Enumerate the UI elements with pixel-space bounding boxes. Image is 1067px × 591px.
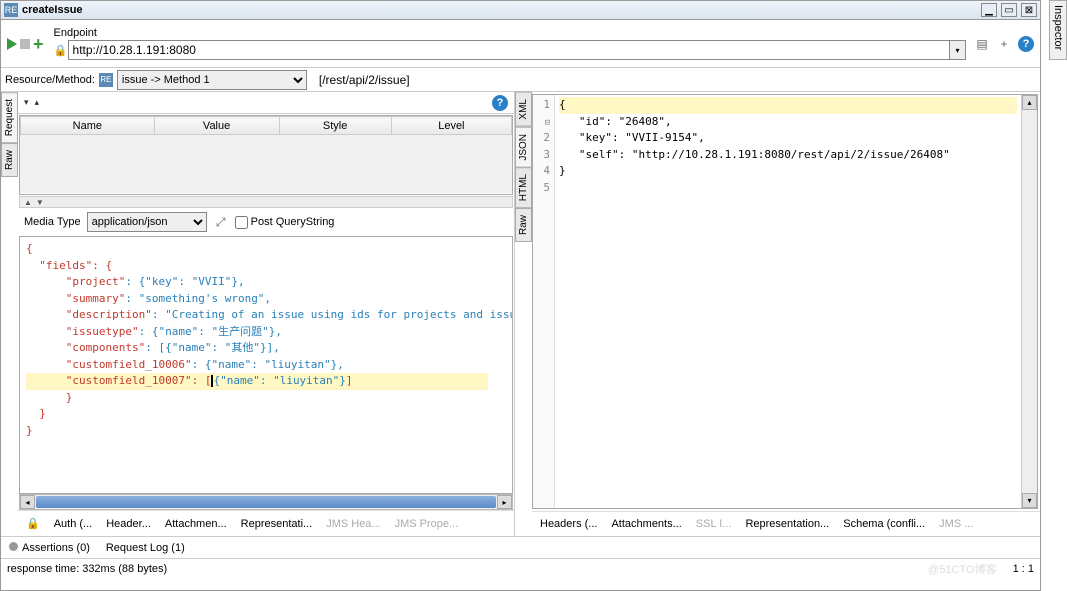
mediatype-select[interactable]: application/json xyxy=(87,212,207,232)
tab-auth[interactable]: Auth (... xyxy=(54,518,93,530)
resource-path: [/rest/api/2/issue] xyxy=(319,73,410,87)
add-button[interactable]: + xyxy=(33,35,44,53)
titlebar: RE createIssue ▁ ▭ ⊠ xyxy=(1,1,1040,20)
tab-inspector[interactable]: Inspector xyxy=(1049,0,1067,60)
tab-jms-props[interactable]: JMS Prope... xyxy=(395,518,459,530)
footer-tabs: Assertions (0) Request Log (1) xyxy=(1,536,1040,558)
auth-lock-icon: 🔒 xyxy=(26,517,40,530)
tab-representations-left[interactable]: Representati... xyxy=(241,518,313,530)
table-header-row: Name Value Style Level xyxy=(21,117,512,135)
assertions-dot-icon xyxy=(9,542,18,551)
resource-select[interactable]: issue -> Method 1 xyxy=(117,70,307,90)
col-value[interactable]: Value xyxy=(154,117,279,135)
tab-headers-left[interactable]: Header... xyxy=(106,518,151,530)
tab-html[interactable]: HTML xyxy=(515,167,532,208)
tab-representation-right[interactable]: Representation... xyxy=(745,518,829,530)
status-bar: response time: 332ms (88 bytes) @51CTO博客… xyxy=(1,558,1040,578)
tab-attachments-left[interactable]: Attachmen... xyxy=(165,518,227,530)
minimize-button[interactable]: ▁ xyxy=(981,3,997,17)
window-title: createIssue xyxy=(22,4,981,16)
watermark: @51CTO博客 xyxy=(928,561,996,577)
scroll-right-icon[interactable]: ▸ xyxy=(497,495,512,509)
resource-toolbar: Resource/Method: RE issue -> Method 1 [/… xyxy=(1,68,1040,92)
tab-attachments-right[interactable]: Attachments... xyxy=(611,518,681,530)
scroll-left-icon[interactable]: ◂ xyxy=(20,495,35,509)
post-querystring-label: Post QueryString xyxy=(251,216,335,228)
run-button[interactable] xyxy=(7,38,17,50)
tab-raw-left[interactable]: Raw xyxy=(1,143,18,177)
endpoint-toolbar: + Endpoint 🔒 ▾ ▤ + ? xyxy=(1,20,1040,68)
tab-jms-headers[interactable]: JMS Hea... xyxy=(326,518,380,530)
toolbar-add-icon[interactable]: + xyxy=(996,36,1012,52)
col-name[interactable]: Name xyxy=(21,117,155,135)
tab-request[interactable]: Request xyxy=(1,92,18,143)
mediatype-expand-icon[interactable]: ⤢ xyxy=(213,214,229,230)
params-table: Name Value Style Level xyxy=(19,115,513,195)
help-icon[interactable]: ? xyxy=(1018,36,1034,52)
param-up-icon[interactable]: ▴ xyxy=(35,97,40,108)
request-bottom-tabs: 🔒 Auth (... Header... Attachmen... Repre… xyxy=(18,510,514,536)
params-help-icon[interactable]: ? xyxy=(492,95,508,111)
param-down-icon[interactable]: ▾ xyxy=(24,97,29,108)
scroll-thumb[interactable] xyxy=(36,496,496,508)
post-querystring-checkbox[interactable] xyxy=(235,216,248,229)
tab-json[interactable]: JSON xyxy=(515,127,532,168)
editor-hscrollbar[interactable]: ◂ ▸ xyxy=(19,494,513,510)
tab-request-log[interactable]: Request Log (1) xyxy=(106,542,185,554)
updown-bar[interactable]: ▲▼ xyxy=(19,196,513,208)
scroll-up-icon[interactable]: ▴ xyxy=(1022,95,1037,110)
tab-raw-right[interactable]: Raw xyxy=(515,208,532,242)
response-time-status: response time: 332ms (88 bytes) xyxy=(7,563,167,575)
resource-label: Resource/Method: xyxy=(5,74,95,86)
tab-jms-right[interactable]: JMS ... xyxy=(939,518,973,530)
response-bottom-tabs: Headers (... Attachments... SSL I... Rep… xyxy=(532,511,1040,536)
close-button[interactable]: ⊠ xyxy=(1021,3,1037,17)
mediatype-label: Media Type xyxy=(24,216,81,228)
col-level[interactable]: Level xyxy=(391,117,511,135)
response-vscrollbar[interactable]: ▴ ▾ xyxy=(1021,95,1037,508)
tab-headers-right[interactable]: Headers (... xyxy=(540,518,597,530)
tab-assertions[interactable]: Assertions (0) xyxy=(22,542,90,554)
response-gutter: 1 ⊟ 2 3 4 5 xyxy=(533,95,555,508)
toolbar-icon-1[interactable]: ▤ xyxy=(974,36,990,52)
tab-ssl[interactable]: SSL I... xyxy=(696,518,732,530)
rest-icon: RE xyxy=(4,3,18,17)
scroll-down-icon[interactable]: ▾ xyxy=(1022,493,1037,508)
endpoint-dropdown-button[interactable]: ▾ xyxy=(950,40,966,60)
tab-schema[interactable]: Schema (confli... xyxy=(843,518,925,530)
response-body[interactable]: { "id": "26408", "key": "VVII-9154", "se… xyxy=(555,95,1021,508)
response-viewer[interactable]: 1 ⊟ 2 3 4 5 { "id": "26408", "key": "VVI… xyxy=(532,94,1038,509)
tab-xml[interactable]: XML xyxy=(515,92,532,127)
col-style[interactable]: Style xyxy=(279,117,391,135)
maximize-button[interactable]: ▭ xyxy=(1001,3,1017,17)
endpoint-input[interactable] xyxy=(68,40,950,60)
request-body-editor[interactable]: { "fields": { "project": {"key": "VVII"}… xyxy=(19,236,513,494)
endpoint-label: Endpoint xyxy=(54,27,966,39)
method-icon: RE xyxy=(99,73,113,87)
params-table-body[interactable] xyxy=(20,135,512,193)
stop-button[interactable] xyxy=(20,39,30,49)
lock-icon: 🔒 xyxy=(54,43,68,57)
cursor-position: 1 : 1 xyxy=(1013,563,1034,575)
